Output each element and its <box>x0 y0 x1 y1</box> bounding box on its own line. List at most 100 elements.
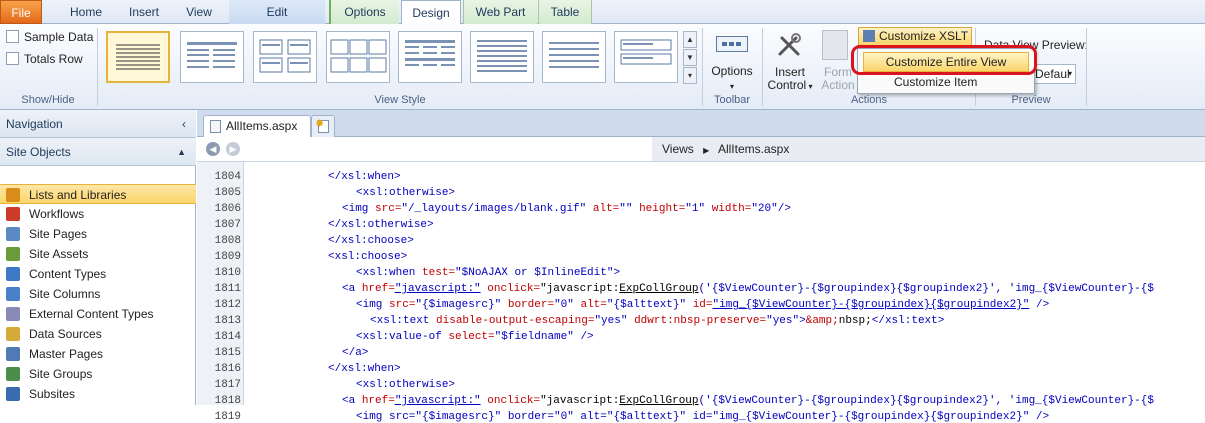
collapse-left-icon[interactable]: ‹ <box>182 110 186 138</box>
toolbar-options-icon <box>716 36 748 52</box>
tab-web-part[interactable]: Web Part <box>463 0 537 24</box>
toolbar-options-button[interactable]: Options ▾ <box>706 64 758 92</box>
code-line-1813: <xsl:text disable-output-escaping="yes" … <box>370 315 945 327</box>
column-icon <box>6 287 20 301</box>
external-content-icon <box>6 307 20 321</box>
view-style-5[interactable] <box>398 31 462 83</box>
content-type-icon <box>6 267 20 281</box>
view-style-4[interactable] <box>326 31 390 83</box>
tab-view[interactable]: View <box>175 0 223 24</box>
code-line-1809: <xsl:choose> <box>328 251 408 263</box>
nav-item-site-groups[interactable]: Site Groups <box>0 364 196 384</box>
nav-item-label: Site Assets <box>29 247 89 261</box>
line-number: 1811 <box>214 283 241 295</box>
view-style-2[interactable] <box>180 31 244 83</box>
nav-item-data-sources[interactable]: Data Sources <box>0 324 196 344</box>
gallery-scroll-up-button[interactable]: ▲ <box>683 31 697 48</box>
tab-edit[interactable]: Edit <box>229 0 325 24</box>
view-style-8[interactable] <box>614 31 678 83</box>
navigation-title: Navigation <box>6 117 63 131</box>
back-arrow-icon[interactable]: ◀ <box>206 142 220 156</box>
master-page-icon <box>6 347 20 361</box>
view-style-6[interactable] <box>470 31 534 83</box>
nav-item-label: Site Groups <box>29 367 93 381</box>
tab-file[interactable]: File <box>0 0 42 24</box>
tab-insert[interactable]: Insert <box>116 0 172 24</box>
view-style-3[interactable] <box>253 31 317 83</box>
gallery-scroll-down-button[interactable]: ▼ <box>683 49 697 66</box>
form-action-label-2: Action <box>821 78 855 92</box>
form-action-label: Form <box>824 65 852 79</box>
code-line-1804: </xsl:when> <box>328 171 401 183</box>
actions-group-label: Actions <box>850 94 888 106</box>
gallery-expand-button[interactable]: ▾ <box>683 67 697 84</box>
nav-item-site-columns[interactable]: Site Columns <box>0 284 196 304</box>
nav-item-lists-and-libraries[interactable]: Lists and Libraries <box>0 184 196 204</box>
new-tab-button[interactable]: ✸ <box>311 115 335 137</box>
preview-select-value: Defaul <box>1035 67 1070 81</box>
line-number: 1819 <box>214 411 241 423</box>
list-icon <box>6 188 20 202</box>
nav-item-site-assets[interactable]: Site Assets <box>0 244 196 264</box>
xslt-icon <box>863 30 875 42</box>
tab-home[interactable]: Home <box>60 0 112 24</box>
view-style-group-label: View Style <box>374 94 426 106</box>
nav-item-site-pages[interactable]: Site Pages <box>0 224 196 244</box>
nav-item-label: External Content Types <box>29 307 154 321</box>
line-number: 1808 <box>214 235 241 247</box>
collapse-up-icon[interactable]: ▲ <box>177 138 186 166</box>
subsite-icon <box>6 387 20 401</box>
line-number: 1815 <box>214 347 241 359</box>
code-editor[interactable]: 1804 1805 1806 1807 1808 1809 1810 1811 1812 1813… <box>197 162 1205 423</box>
nav-item-master-pages[interactable]: Master Pages <box>0 344 196 364</box>
toolbar-group-label: Toolbar <box>713 94 751 106</box>
breadcrumb-allitems[interactable]: AllItems.aspx <box>718 142 789 156</box>
totals-row-label: Totals Row <box>24 52 83 66</box>
navigation-header[interactable]: Navigation ‹ <box>0 110 196 138</box>
line-number: 1818 <box>214 395 241 407</box>
code-line-1812: <img src="{$imagesrc}" border="0" alt="{… <box>356 299 1050 311</box>
chevron-down-icon: ▾ <box>1067 69 1072 78</box>
code-line-1805: <xsl:otherwise> <box>356 187 456 199</box>
line-number-gutter: 1804 1805 1806 1807 1808 1809 1810 1811 1812 1813… <box>197 162 244 423</box>
assets-icon <box>6 247 20 261</box>
ribbon-separator <box>1086 28 1087 106</box>
forward-arrow-icon[interactable]: ▶ <box>226 142 240 156</box>
totals-row-checkbox[interactable] <box>6 52 19 65</box>
document-tab-allitems[interactable]: AllItems.aspx <box>203 115 311 137</box>
site-objects-header[interactable]: Site Objects ▲ <box>0 138 196 166</box>
customize-xslt-button[interactable]: Customize XSLT ▾ <box>858 27 972 60</box>
show-hide-group-label: Show/Hide <box>21 94 75 106</box>
insert-control-button[interactable]: Insert Control ▾ <box>762 66 818 93</box>
nav-item-workflows[interactable]: Workflows <box>0 204 196 224</box>
nav-item-content-types[interactable]: Content Types <box>0 264 196 284</box>
sample-data-checkbox[interactable] <box>6 30 19 43</box>
nav-item-subsites[interactable]: Subsites <box>0 384 196 404</box>
tab-options[interactable]: Options <box>329 0 399 24</box>
nav-item-external-content-types[interactable]: External Content Types <box>0 304 196 324</box>
code-line-1817: <xsl:otherwise> <box>356 379 456 391</box>
nav-item-label: Data Sources <box>29 327 102 341</box>
group-icon <box>6 367 20 381</box>
star-icon: ✸ <box>315 118 325 130</box>
document-tab-bar: AllItems.aspx ✸ <box>197 110 1205 137</box>
line-number: 1807 <box>214 219 241 231</box>
view-style-7[interactable] <box>542 31 606 83</box>
customize-item-item[interactable]: Customize Item <box>894 75 977 89</box>
line-number: 1814 <box>214 331 241 343</box>
breadcrumb-views[interactable]: Views <box>662 142 694 156</box>
insert-control-label-2: Control <box>767 78 807 92</box>
tab-design[interactable]: Design <box>401 0 461 25</box>
line-number: 1813 <box>214 315 241 327</box>
customize-xslt-label: Customize XSLT <box>879 29 969 43</box>
document-tab-label: AllItems.aspx <box>226 119 298 133</box>
code-line-1815: </a> <box>342 347 369 359</box>
view-style-1[interactable] <box>106 31 170 83</box>
nav-item-label: Content Types <box>29 267 107 281</box>
line-number: 1816 <box>214 363 241 375</box>
navigation-pane: Navigation ‹ Site Objects ▲ Lists and Libr… <box>0 110 196 405</box>
site-objects-title: Site Objects <box>6 145 71 159</box>
line-number: 1817 <box>214 379 241 391</box>
tab-table[interactable]: Table <box>538 0 592 24</box>
code-line-1810: <xsl:when test="$NoAJAX or $InlineEdit"> <box>356 267 621 279</box>
